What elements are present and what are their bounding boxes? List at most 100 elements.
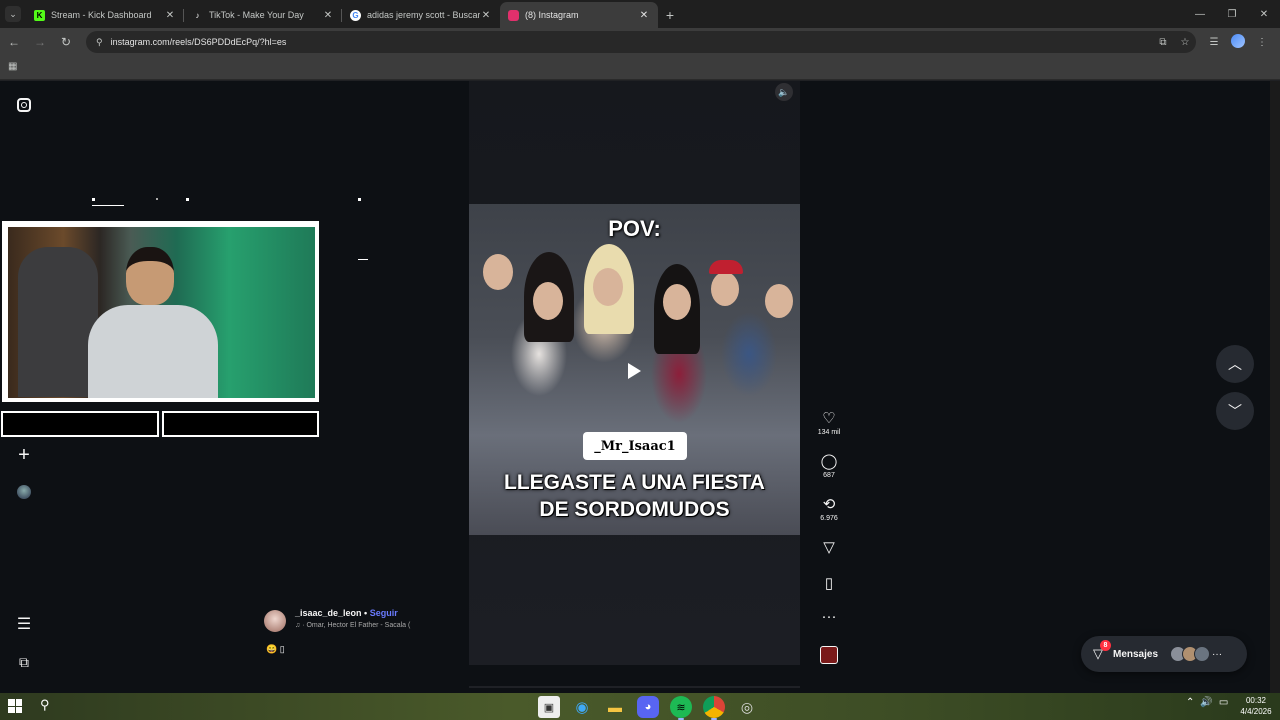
close-icon[interactable]: ✕: [322, 10, 334, 21]
tab-title: TikTok - Make Your Day: [209, 10, 304, 20]
reel-caption: LLEGASTE A UNA FIESTA DE SORDOMUDOS: [469, 469, 800, 523]
forward-button[interactable]: →: [28, 30, 52, 54]
file-explorer-icon[interactable]: ▬: [604, 696, 626, 718]
repost-icon[interactable]: ⟲: [810, 497, 848, 513]
hamburger-menu-icon[interactable]: ☰: [14, 614, 34, 634]
like-action[interactable]: ♡ 134 mil: [810, 411, 848, 437]
apps-switch-icon[interactable]: ⧉: [14, 652, 34, 672]
chevron-up-icon[interactable]: ⌃: [1186, 697, 1194, 708]
repost-action[interactable]: ⟲ 6.976: [810, 497, 848, 523]
comment-icon[interactable]: ◯: [810, 454, 848, 470]
unread-badge: 8: [1100, 640, 1111, 651]
chevron-up-icon: ︿: [1228, 356, 1242, 372]
network-icon[interactable]: ▭: [1219, 697, 1228, 708]
tab-title: (8) Instagram: [525, 10, 579, 20]
url-text[interactable]: instagram.com/reels/DS6PDDdEcPq/?hl=es: [111, 37, 1152, 47]
overlay-dash: [358, 259, 368, 260]
play-icon[interactable]: [614, 353, 654, 389]
bookmarks-bar: ▦: [0, 56, 1280, 80]
reel-container[interactable]: 🔈 POV: _Mr_Isaac1 LLEGASTE A UNA FIESTA …: [469, 81, 800, 665]
tab-tiktok[interactable]: ♪ TikTok - Make Your Day ✕: [184, 2, 342, 28]
instagram-logo-icon[interactable]: [14, 95, 34, 115]
music-info[interactable]: ♫ · Omar, Hector El Father - Sacala (: [295, 622, 410, 629]
bookmark-star-icon[interactable]: ☆: [1174, 37, 1196, 48]
message-avatars: [1170, 646, 1211, 662]
like-count: 134 mil: [817, 429, 841, 436]
restore-icon[interactable]: ❐: [1216, 0, 1248, 28]
back-button[interactable]: ←: [2, 30, 26, 54]
speaker-icon[interactable]: 🔊: [1200, 697, 1212, 708]
create-plus-icon[interactable]: +: [14, 444, 34, 466]
author-avatar[interactable]: [264, 610, 286, 632]
share-action[interactable]: ▽: [810, 540, 848, 556]
send-icon[interactable]: ▽: [810, 540, 848, 556]
tiktok-icon: ♪: [195, 10, 200, 20]
tab-google[interactable]: G adidas jeremy scott - Buscar co ✕: [342, 2, 500, 28]
caption-line-1: LLEGASTE A UNA FIESTA: [504, 471, 765, 494]
divider: [469, 686, 800, 688]
clock[interactable]: 00:32 4/4/2026: [1236, 695, 1276, 717]
menu-kebab-icon[interactable]: ⋮: [1250, 37, 1274, 48]
overlay-bars: [1, 411, 319, 437]
site-info-icon[interactable]: ⚲: [96, 37, 103, 48]
store-icon[interactable]: ▣: [538, 696, 560, 718]
save-action[interactable]: ▯: [810, 576, 848, 592]
discord-icon[interactable]: ◕: [637, 696, 659, 718]
more-options[interactable]: ···: [810, 609, 848, 625]
next-reel-button[interactable]: ﹀: [1216, 392, 1254, 430]
clock-time: 00:32: [1245, 696, 1267, 705]
reel-video[interactable]: POV: _Mr_Isaac1 LLEGASTE A UNA FIESTA DE…: [469, 204, 800, 535]
more-dots-icon: ···: [1212, 648, 1223, 660]
follow-button[interactable]: Seguir: [370, 608, 398, 618]
page-scrollbar[interactable]: [1270, 81, 1280, 693]
tab-kick[interactable]: K Stream - Kick Dashboard ✕: [26, 2, 184, 28]
author-name[interactable]: _isaac_de_leon: [295, 608, 362, 618]
edge-icon[interactable]: ◉: [571, 696, 593, 718]
obs-icon[interactable]: ◎: [736, 696, 758, 718]
close-icon[interactable]: ✕: [480, 10, 492, 21]
heart-icon[interactable]: ♡: [810, 411, 848, 427]
more-dots-icon[interactable]: ···: [810, 609, 848, 625]
profile-avatar[interactable]: [1226, 33, 1250, 51]
close-window-icon[interactable]: ✕: [1248, 0, 1280, 28]
chrome-icon[interactable]: [703, 696, 725, 720]
reel-description: 😄 ▯: [266, 644, 285, 654]
tab-search-button[interactable]: ⌄: [0, 0, 26, 28]
music-title: Omar, Hector El Father - Sacala (: [306, 622, 411, 629]
messages-button[interactable]: ▽ 8 Mensajes ···: [1081, 636, 1247, 672]
close-icon[interactable]: ✕: [638, 10, 650, 21]
tab-title: Stream - Kick Dashboard: [51, 10, 152, 20]
audio-thumbnail[interactable]: [820, 646, 838, 664]
spotify-icon[interactable]: ≋: [670, 696, 692, 720]
search-icon[interactable]: ⚲: [40, 697, 50, 713]
chevron-down-icon: ⌄: [5, 6, 21, 22]
address-bar[interactable]: ⚲ instagram.com/reels/DS6PDDdEcPq/?hl=es…: [86, 31, 1196, 53]
previous-reel-button[interactable]: ︿: [1216, 345, 1254, 383]
window-controls: — ❐ ✕: [1184, 0, 1280, 28]
reload-button[interactable]: ↻: [54, 30, 78, 54]
tab-instagram[interactable]: (8) Instagram ✕: [500, 2, 658, 28]
install-app-icon[interactable]: ⧉: [1152, 37, 1174, 48]
system-tray: ⌃ 🔊 ▭: [1186, 697, 1228, 708]
google-icon: G: [350, 9, 361, 21]
pov-text: POV:: [608, 216, 661, 241]
volume-icon[interactable]: 🔈: [775, 83, 793, 101]
minimize-icon[interactable]: —: [1184, 0, 1216, 28]
apps-grid-icon[interactable]: ▦: [8, 61, 17, 72]
close-icon[interactable]: ✕: [164, 10, 176, 21]
instagram-icon: [508, 9, 519, 21]
profile-avatar-icon[interactable]: [14, 482, 34, 502]
new-tab-button[interactable]: +: [658, 2, 682, 28]
caption-line-2: DE SORDOMUDOS: [539, 498, 730, 521]
comment-count: 687: [823, 472, 835, 479]
kick-icon: K: [34, 9, 45, 21]
reading-list-icon[interactable]: ☰: [1202, 37, 1226, 48]
browser-toolbar: ← → ↻ ⚲ instagram.com/reels/DS6PDDdEcPq/…: [0, 28, 1280, 56]
windows-start-icon[interactable]: [8, 699, 22, 713]
music-note-icon: ♫ ·: [295, 622, 307, 629]
watermark-tag: _Mr_Isaac1: [583, 432, 687, 460]
bookmark-icon[interactable]: ▯: [810, 576, 848, 592]
tab-title: adidas jeremy scott - Buscar co: [367, 10, 480, 20]
comment-action[interactable]: ◯ 687: [810, 454, 848, 480]
messenger-icon: ▽ 8: [1093, 640, 1111, 662]
